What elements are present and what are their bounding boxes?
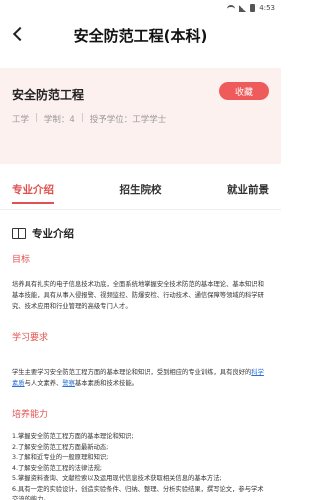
wifi-icon	[227, 5, 236, 11]
major-meta: 工学 | 学制：4 | 授予学位：工学学士	[12, 113, 269, 125]
abilities-heading: 培养能力	[12, 410, 49, 420]
goal-heading: 目标	[12, 255, 31, 265]
goal-text: 培养具有扎实的电子信息技术功底，全面系统地掌握安全技术防范的基本理论、基本知识和…	[12, 281, 264, 310]
list-item: 6.具有一定的实验设计，创造实验条件、归纳、整理、分析实验结果，撰写论文，参与学…	[12, 485, 264, 500]
tab-intro[interactable]: 专业介绍	[12, 170, 54, 210]
favorite-button[interactable]: 收藏	[219, 82, 269, 100]
page-title: 安全防范工程(本科)	[73, 26, 208, 45]
meta-duration: 学制：4	[43, 115, 75, 125]
status-bar: 4:53	[0, 0, 281, 16]
abilities-list: 1.掌握安全防范工程方面的基本理论和知识; 2.了解安全防范工程方面最新动态; …	[0, 432, 281, 500]
meta-separator: |	[35, 113, 38, 123]
police-link[interactable]: 警察	[62, 380, 75, 387]
list-item: 4.了解安全防范工程的法律法规;	[12, 464, 102, 472]
list-item: 3.了解和近专业的一般原理和知识;	[12, 454, 109, 461]
status-time: 4:53	[259, 4, 275, 12]
major-info-card: 安全防范工程 收藏 工学 | 学制：4 | 授予学位：工学学士	[0, 68, 281, 164]
requirements-heading: 学习要求	[12, 333, 49, 343]
list-item: 5.掌握资料查询、文献检索以及运用现代信息技术获取相关信息的基本方法;	[12, 475, 222, 482]
req-text-part: 基本素质和技术技能。	[74, 380, 138, 387]
tab-bar: 专业介绍 招生院校 就业前景	[0, 170, 281, 210]
requirements-text: 学生主要学习安全防范工程方面的基本理论和知识，受到相应的专业训练，具有良好的科学…	[0, 367, 281, 389]
tab-colleges[interactable]: 招生院校	[120, 170, 162, 210]
list-item: 2.了解安全防范工程方面最新动态;	[12, 443, 109, 451]
tab-employment[interactable]: 就业前景	[227, 170, 269, 210]
chevron-left-icon	[12, 26, 28, 42]
battery-icon	[250, 4, 256, 12]
meta-category: 工学	[12, 115, 30, 125]
intro-section-header: 专业介绍	[0, 210, 281, 244]
meta-separator: |	[80, 113, 84, 123]
signal-icon	[239, 4, 247, 12]
back-button[interactable]	[8, 24, 28, 44]
req-text-part: 与人文素养、	[24, 380, 63, 387]
req-text-part: 学生主要学习安全防范工程方面的基本理论和知识，受到相应的专业训练，具有良好的	[12, 369, 252, 376]
meta-degree: 授予学位：工学学士	[89, 115, 167, 125]
book-icon	[12, 227, 26, 239]
app-header: 安全防范工程(本科)	[0, 16, 281, 54]
list-item: 1.掌握安全防范工程方面的基本理论和知识;	[12, 433, 134, 440]
section-title: 专业介绍	[32, 227, 74, 240]
